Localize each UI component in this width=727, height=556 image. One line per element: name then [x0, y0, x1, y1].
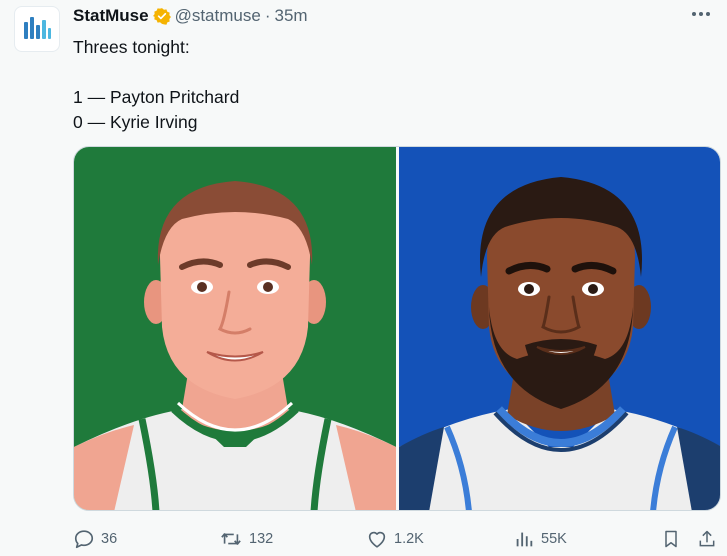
tweet-media[interactable] — [73, 146, 721, 511]
like-icon — [368, 531, 386, 548]
tweet-actions: 36 132 1.2K 55K — [73, 526, 721, 552]
header-separator: · — [264, 6, 271, 25]
repost-count: 132 — [249, 531, 274, 547]
tweet-text-line — [73, 60, 703, 85]
views-count: 55K — [541, 531, 567, 547]
tweet-text-line: Threes tonight: — [73, 37, 190, 57]
like-button[interactable]: 1.2K — [366, 526, 424, 552]
bookmark-button[interactable] — [661, 526, 681, 552]
bookmark-icon — [665, 530, 677, 548]
tweet-text-line: 1 — Payton Pritchard — [73, 87, 240, 107]
tweet-header: StatMuse @statmuse · 35m — [73, 5, 308, 27]
media-image-pritchard[interactable] — [74, 147, 396, 510]
more-options-icon[interactable] — [689, 4, 713, 24]
author-avatar[interactable] — [14, 6, 60, 52]
tweet-text: Threes tonight: 1 — Payton Pritchard 0 —… — [73, 35, 703, 135]
tweet-card[interactable]: StatMuse @statmuse · 35m Threes tonight:… — [0, 0, 727, 556]
reply-button[interactable]: 36 — [73, 526, 117, 552]
views-icon — [516, 532, 533, 547]
share-icon — [699, 530, 715, 547]
media-image-irving[interactable] — [399, 147, 720, 510]
repost-icon — [221, 533, 241, 545]
repost-button[interactable]: 132 — [219, 526, 273, 552]
like-count: 1.2K — [394, 531, 424, 547]
verified-badge-icon[interactable] — [152, 7, 171, 25]
share-button[interactable] — [697, 526, 717, 552]
tweet-text-line: 0 — Kyrie Irving — [73, 112, 198, 132]
tweet-timestamp[interactable]: 35m — [274, 6, 307, 26]
player-illustration-icon — [74, 147, 396, 510]
views-button[interactable]: 55K — [513, 526, 567, 552]
statmuse-logo-icon — [24, 17, 51, 39]
reply-icon — [74, 530, 94, 549]
author-handle[interactable]: @statmuse — [175, 6, 261, 26]
player-illustration-icon — [399, 147, 720, 510]
author-name[interactable]: StatMuse — [73, 6, 149, 26]
reply-count: 36 — [101, 531, 118, 547]
